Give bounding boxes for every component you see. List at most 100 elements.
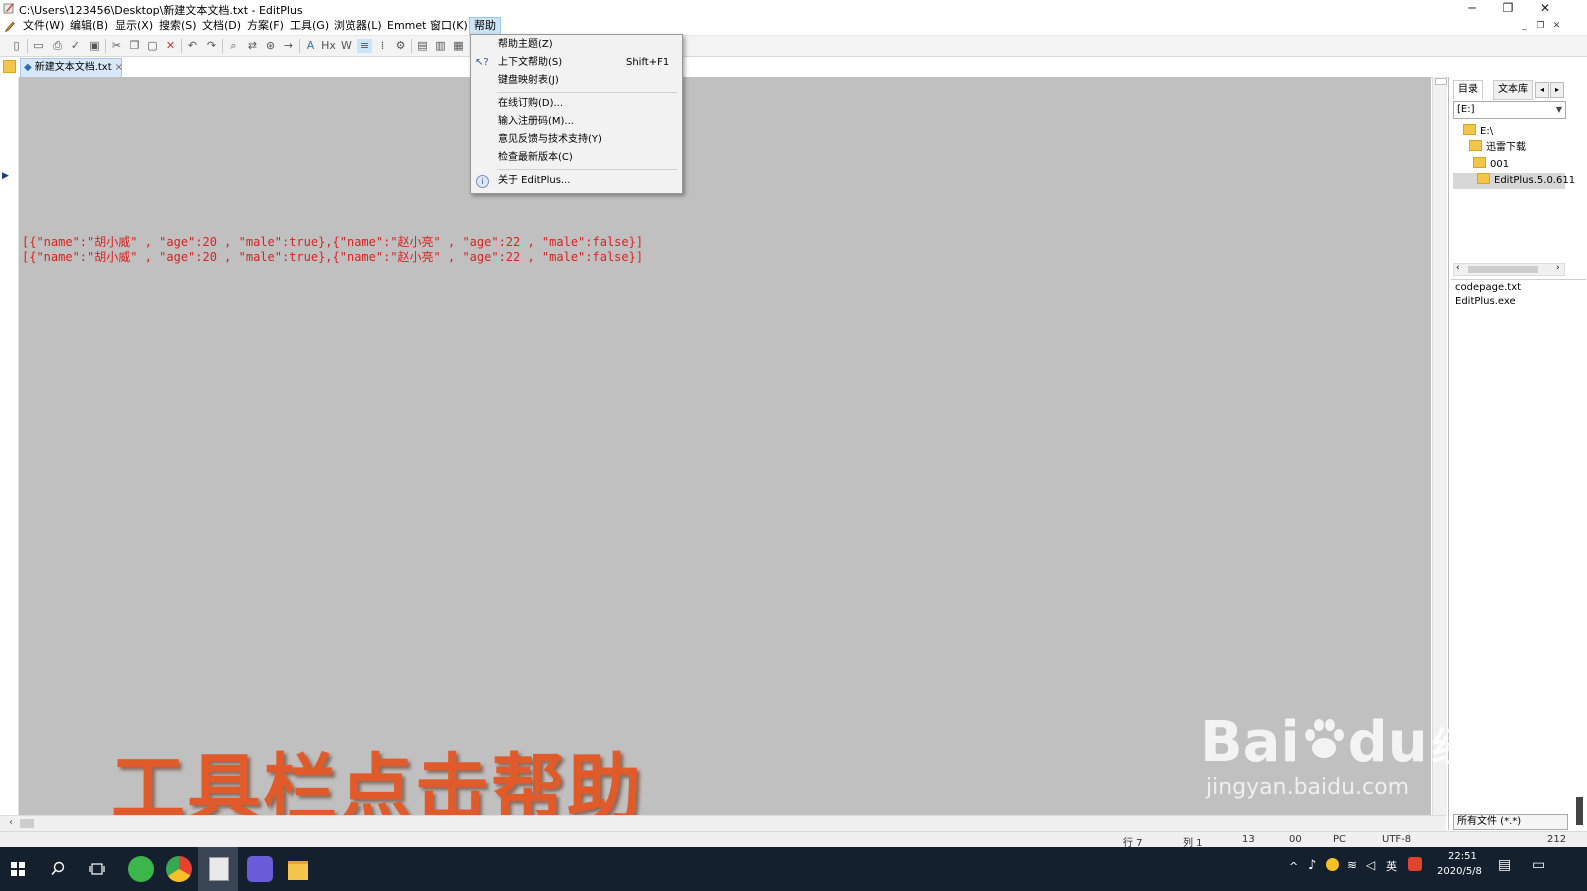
editor-gutter: ▶ [0, 77, 19, 815]
menu-help[interactable]: 帮助 [469, 17, 501, 35]
mdi-close-button[interactable]: ✕ [1550, 20, 1563, 32]
output-window-icon[interactable]: ▦ [451, 39, 466, 53]
redo-icon[interactable]: ↷ [204, 39, 219, 53]
menu-item-check-update[interactable]: 检查最新版本(C) [471, 149, 682, 167]
drive-select[interactable]: [E:] ▼ [1453, 101, 1566, 119]
menu-browser[interactable]: 浏览器(L) [330, 18, 386, 34]
document-tab[interactable]: ◆ 新建文本文档.txt × [20, 58, 123, 78]
find-icon[interactable]: ⌕ [226, 39, 241, 53]
task-view-icon[interactable] [89, 862, 105, 876]
font-icon[interactable]: A [303, 39, 318, 53]
preview-icon[interactable]: ▣ [87, 39, 102, 53]
scroll-right-icon[interactable]: › [1556, 263, 1560, 273]
scroll-thumb[interactable] [20, 819, 34, 828]
tree-item[interactable]: 001 [1473, 157, 1509, 173]
find-in-files-icon[interactable]: ⊛ [263, 39, 278, 53]
browser-view-icon[interactable]: ▤ [415, 39, 430, 53]
tree-horizontal-scrollbar[interactable]: ‹ › [1453, 263, 1565, 276]
tab-close-icon[interactable]: × [115, 62, 123, 73]
tree-item[interactable]: 迅雷下载 [1469, 140, 1526, 156]
chrome-icon[interactable] [166, 856, 192, 882]
restore-button[interactable]: ❐ [1493, 0, 1523, 17]
paste-icon[interactable]: ▢ [145, 39, 160, 53]
menu-project[interactable]: 方案(F) [243, 18, 288, 34]
editor-vertical-scrollbar[interactable] [1432, 77, 1447, 815]
menu-file[interactable]: 文件(W) [19, 18, 68, 34]
tab-next-icon[interactable]: ▸ [1550, 82, 1564, 98]
column-ruler-icon[interactable]: ⁞ [375, 39, 390, 53]
cursor-marker-icon: ▶ [2, 171, 9, 181]
app-icon[interactable] [247, 856, 273, 882]
close-button[interactable]: ✕ [1530, 0, 1560, 17]
taskbar: ^ ♪ ≋ ◁ 英 22:51 2020/5/8 ▤ ▭ [0, 847, 1587, 891]
new-file-icon[interactable]: ▯ [9, 39, 24, 53]
search-icon[interactable] [51, 861, 65, 876]
file-filter-select[interactable]: 所有文件 (*.*) [1453, 814, 1568, 830]
cut-icon[interactable]: ✂ [109, 39, 124, 53]
toolbar-separator [411, 39, 412, 53]
tray-app-icon[interactable] [1326, 858, 1339, 871]
hex-view-icon[interactable]: Hx [321, 39, 336, 53]
copy-icon[interactable]: ❐ [127, 39, 142, 53]
directory-window-icon[interactable]: ▥ [433, 39, 448, 53]
folder-icon[interactable] [3, 60, 16, 73]
menu-item-help-topics[interactable]: 帮助主题(Z) [471, 36, 682, 54]
microphone-icon[interactable]: ♪ [1308, 858, 1316, 873]
network-icon[interactable]: ≋ [1347, 858, 1357, 872]
replace-icon[interactable]: ⇄ [245, 39, 260, 53]
scroll-thumb[interactable] [1468, 266, 1538, 273]
status-size: 212 [1547, 834, 1567, 845]
editor-horizontal-scrollbar[interactable]: ‹ [0, 815, 1446, 831]
tab-prev-icon[interactable]: ◂ [1535, 82, 1549, 98]
open-file-icon[interactable]: ▭ [31, 39, 46, 53]
menu-window[interactable]: 窗口(K) [426, 18, 472, 34]
menu-emmet[interactable]: Emmet [383, 18, 430, 34]
sogou-ime-icon[interactable] [1408, 857, 1422, 871]
tree-item-selected[interactable]: EditPlus.5.0.611 [1453, 173, 1575, 189]
spellcheck-icon[interactable]: ✓ [68, 39, 83, 53]
scroll-left-icon[interactable]: ‹ [9, 817, 13, 828]
tray-time[interactable]: 22:51 [1448, 851, 1477, 862]
settings-icon[interactable]: ⚙ [393, 39, 408, 53]
tab-directory[interactable]: 目录 [1453, 80, 1483, 100]
panel-scroll-thumb[interactable] [1576, 797, 1583, 825]
file-explorer-icon[interactable] [288, 861, 308, 880]
file-list-item[interactable]: codepage.txt [1455, 282, 1521, 293]
goto-line-icon[interactable]: → [281, 39, 296, 53]
tree-item[interactable]: E:\ [1463, 124, 1493, 140]
notification-icon[interactable]: ▭ [1532, 857, 1545, 873]
line-numbers-icon[interactable]: ≡ [357, 39, 372, 53]
menu-item-keymap[interactable]: 键盘映射表(J) [471, 72, 682, 90]
notes-icon[interactable]: ▤ [1498, 857, 1511, 873]
menu-item-context-help[interactable]: ↖? 上下文帮助(S) Shift+F1 [471, 54, 682, 72]
undo-icon[interactable]: ↶ [185, 39, 200, 53]
tab-cliptext[interactable]: 文本库 [1493, 80, 1533, 100]
tray-chevron-icon[interactable]: ^ [1289, 860, 1298, 873]
browser-app-icon[interactable] [128, 856, 154, 882]
delete-icon[interactable]: ✕ [163, 39, 178, 53]
menu-view[interactable]: 显示(X) [111, 18, 157, 34]
editor-area[interactable]: [{"name":"胡小威" , "age":20 , "male":true}… [19, 77, 1431, 832]
volume-icon[interactable]: ◁ [1366, 858, 1375, 872]
menu-search[interactable]: 搜索(S) [155, 18, 201, 34]
minimize-button[interactable]: ─ [1457, 0, 1487, 17]
menu-item-feedback-support[interactable]: 意见反馈与技术支持(Y) [471, 131, 682, 149]
tray-date[interactable]: 2020/5/8 [1437, 866, 1482, 877]
ime-indicator[interactable]: 英 [1386, 858, 1397, 874]
code-line-2: [{"name":"胡小威" , "age":20 , "male":true}… [22, 250, 644, 264]
menu-tools[interactable]: 工具(G) [286, 18, 333, 34]
menu-document[interactable]: 文档(D) [198, 18, 245, 34]
scroll-left-icon[interactable]: ‹ [1456, 263, 1460, 273]
menu-item-enter-registration[interactable]: 输入注册码(M)... [471, 113, 682, 131]
menu-bar: 文件(W) 编辑(B) 显示(X) 搜索(S) 文档(D) 方案(F) 工具(G… [0, 17, 1587, 36]
file-list-item[interactable]: EditPlus.exe [1455, 296, 1516, 307]
mdi-restore-button[interactable]: ❐ [1534, 20, 1547, 32]
menu-edit[interactable]: 编辑(B) [66, 18, 112, 34]
menu-item-about[interactable]: i 关于 EditPlus... [471, 172, 682, 190]
windows-start-icon[interactable] [11, 862, 25, 876]
menu-item-buy-online[interactable]: 在线订购(D)... [471, 95, 682, 113]
mdi-minimize-button[interactable]: _ [1518, 20, 1531, 32]
print-icon[interactable]: ⎙ [50, 39, 65, 53]
scroll-thumb[interactable] [1435, 78, 1447, 85]
word-wrap-icon[interactable]: W [339, 39, 354, 53]
